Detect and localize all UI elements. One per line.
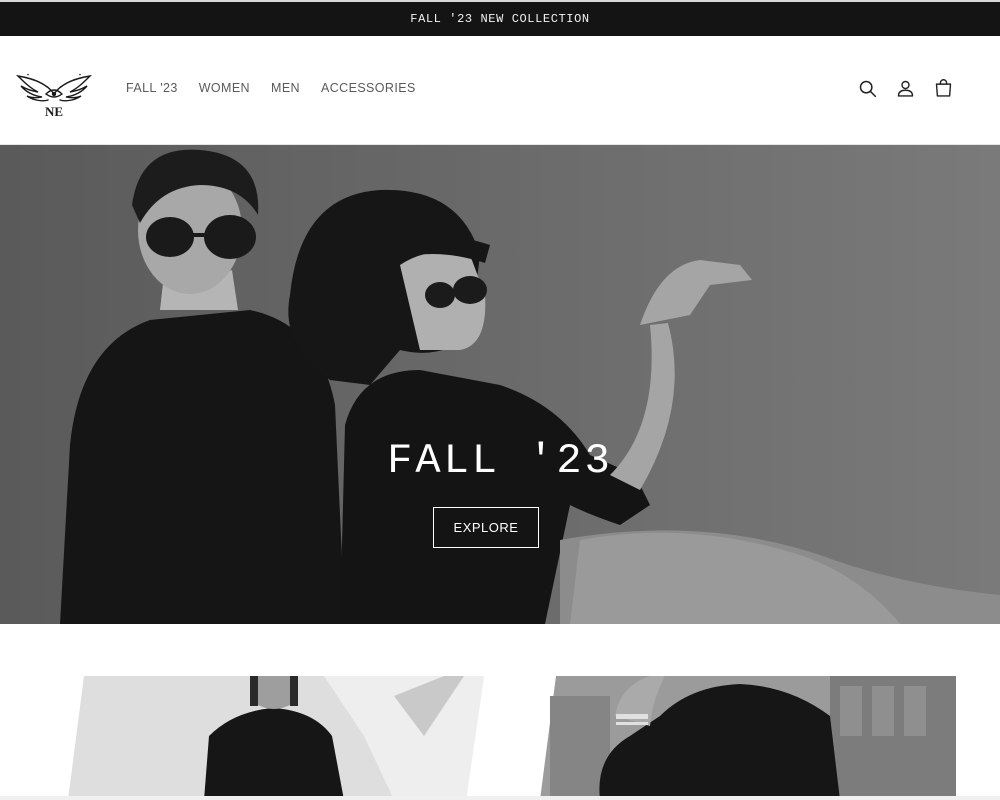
collection-cards [0,624,1000,800]
nav-item-men[interactable]: MEN [271,81,300,95]
winged-eye-logo-icon: NE [16,73,92,119]
collection-card-image [540,676,956,800]
explore-button[interactable]: EXPLORE [433,507,539,548]
hero-title: FALL '23 [387,437,613,485]
collection-card-men[interactable] [540,676,960,800]
account-icon[interactable] [895,78,916,99]
hero-banner: FALL '23 EXPLORE [0,145,1000,624]
nav-item-women[interactable]: WOMEN [199,81,250,95]
nav-item-accessories[interactable]: ACCESSORIES [321,81,416,95]
announcement-text: FALL '23 NEW COLLECTION [410,12,590,26]
search-icon[interactable] [857,78,878,99]
collection-card-image [68,676,484,800]
logo-text: NE [45,104,63,119]
collection-card-women[interactable] [64,676,484,800]
brand-logo[interactable]: NE [16,72,92,122]
hero-image [0,145,1000,624]
site-header: NE FALL '23 WOMEN MEN ACCESSORIES [0,36,1000,145]
main-nav: FALL '23 WOMEN MEN ACCESSORIES [126,81,437,95]
page-bottom-edge [0,796,1000,800]
cart-icon[interactable] [933,78,954,99]
announcement-bar: FALL '23 NEW COLLECTION [0,0,1000,36]
header-icons [857,78,954,99]
nav-item-fall-23[interactable]: FALL '23 [126,81,178,95]
